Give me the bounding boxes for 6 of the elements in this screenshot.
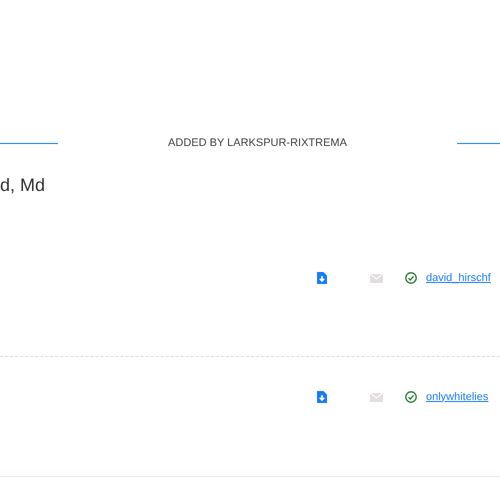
file-download-icon[interactable] [317, 391, 327, 403]
user-link[interactable]: david_hirschf [426, 270, 491, 286]
file-download-icon[interactable] [317, 272, 327, 284]
user-link[interactable]: onlywhitelies [426, 388, 488, 406]
section-heading: ADDED BY LARKSPUR-RIXTREMA [168, 136, 347, 151]
name-text: d, Md [0, 174, 46, 196]
